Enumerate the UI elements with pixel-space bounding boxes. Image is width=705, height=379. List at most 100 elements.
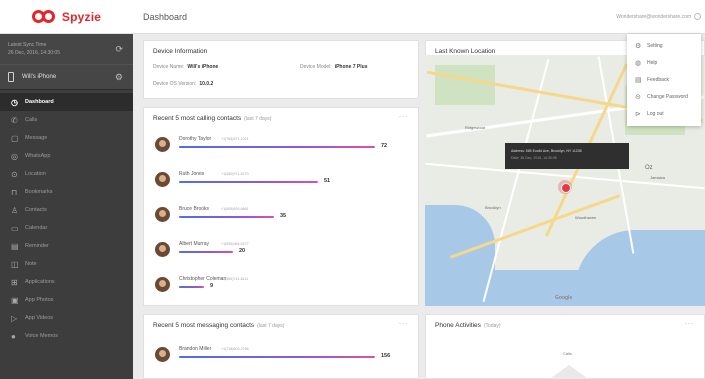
avatar: [155, 347, 170, 362]
apps-icon: ⊞: [11, 277, 18, 287]
videos-icon: ▷: [11, 313, 18, 323]
device-selector[interactable]: Will's iPhone ⚙: [0, 64, 133, 90]
calling-contacts-card: Recent 5 most calling contacts (last 7 da…: [143, 107, 419, 306]
device-info-title: Device Information: [153, 48, 208, 55]
sidebar-item-reminder[interactable]: ▤ Reminder: [0, 237, 133, 255]
activities-card-menu-icon[interactable]: ···: [685, 319, 695, 328]
messaging-title-text: Recent 5 most messaging contacts: [153, 322, 255, 329]
reminder-icon: ▤: [11, 241, 19, 251]
device-name-row: Device Name: Will's iPhone: [153, 64, 218, 70]
sync-time: 26 Dec, 2016, 14:30:05: [8, 50, 60, 56]
whatsapp-icon: ◎: [11, 151, 18, 161]
contact-phone: +1(765)971-1021: [221, 137, 249, 141]
sidebar-item-bookmarks[interactable]: ⊓ Bookmarks: [0, 183, 133, 201]
contact-count-bar: [179, 146, 375, 148]
location-icon: ⊙: [11, 169, 18, 179]
contact-phone: +1(505)693-6661: [221, 207, 249, 211]
sidebar-item-label: Reminder: [25, 243, 49, 249]
device-info-card: Device Information Device Name: Will's iP…: [143, 40, 419, 99]
contact-row[interactable]: Ruth Jones +1(480)971-5170 51: [155, 169, 395, 199]
map-label: Brooklyn: [485, 205, 501, 210]
device-settings-icon[interactable]: ⚙: [115, 72, 123, 83]
sidebar-item-voice-memos[interactable]: ● Voice Memos: [0, 327, 133, 345]
menu-item-feedback[interactable]: ▤ Feedback: [627, 71, 701, 88]
mic-icon: ●: [11, 331, 16, 341]
contact-count-bar: [179, 251, 233, 253]
menu-item-log-out[interactable]: ⊳ Log out: [627, 105, 701, 122]
device-model-label: Device Model:: [300, 64, 332, 70]
sidebar-nav: ◷ Dashboard ✆ Calls ▢ Message ◎ WhatsApp ⊙ Locati…: [0, 90, 133, 345]
contact-name: Christopher Coleman: [179, 276, 227, 282]
help-icon: ◍: [635, 59, 642, 67]
sidebar-item-label: Contacts: [25, 207, 47, 213]
contact-count: 72: [381, 143, 388, 149]
contact-name: Bruce Brooks: [179, 206, 210, 212]
sidebar-item-dashboard[interactable]: ◷ Dashboard: [0, 93, 133, 111]
sidebar-item-message[interactable]: ▢ Message: [0, 129, 133, 147]
avatar: [155, 207, 170, 222]
device-os-label: Device OS Version:: [153, 81, 197, 87]
contacts-icon: ♙: [11, 205, 19, 215]
map-label: Jamaica: [650, 175, 665, 180]
contact-phone: +1(555)964-0177: [221, 242, 249, 246]
messaging-contacts-card: Recent 5 most messaging contacts (last 7 …: [143, 314, 419, 379]
location-pin-icon[interactable]: [558, 180, 572, 194]
sidebar-item-app-videos[interactable]: ▷ App Videos: [0, 309, 133, 327]
calendar-icon: ▭: [11, 223, 19, 233]
activities-title-sub: (Today): [483, 323, 501, 329]
contact-count: 20: [239, 248, 246, 254]
contact-row[interactable]: Albert Murray +1(555)964-0177 20: [155, 239, 395, 269]
sidebar-item-app-photos[interactable]: ▣ App Photos: [0, 291, 133, 309]
contact-count-bar: [179, 286, 204, 288]
menu-item-help[interactable]: ◍ Help: [627, 54, 701, 71]
gear-icon: ⚙: [635, 42, 642, 50]
activities-radar-chart: [544, 365, 594, 379]
sidebar-item-label: Calendar: [25, 225, 48, 231]
menu-item-label: Change Password: [647, 93, 688, 100]
avatar: [155, 137, 170, 152]
sidebar-item-label: Bookmarks: [25, 189, 53, 195]
map-label: Oz: [645, 165, 653, 171]
sidebar-item-calendar[interactable]: ▭ Calendar: [0, 219, 133, 237]
messaging-card-menu-icon[interactable]: ···: [399, 319, 409, 328]
menu-item-label: Help: [647, 59, 658, 66]
calling-card-menu-icon[interactable]: ···: [399, 112, 409, 121]
sidebar-item-whatsapp[interactable]: ◎ WhatsApp: [0, 147, 133, 165]
user-email[interactable]: Wondershare@wondershare.com: [616, 14, 691, 20]
sidebar-item-label: Message: [25, 135, 48, 141]
menu-item-setting[interactable]: ⚙ Setting: [627, 37, 701, 54]
device-name: Will's iPhone: [22, 74, 57, 80]
google-attribution: Google: [555, 295, 573, 301]
user-avatar-icon[interactable]: [694, 13, 701, 20]
sidebar-item-contacts[interactable]: ♙ Contacts: [0, 201, 133, 219]
photos-icon: ▣: [11, 295, 19, 305]
device-name-label: Device Name:: [153, 64, 185, 70]
menu-item-label: Feedback: [647, 76, 669, 83]
device-os-value: 10.0.2: [199, 81, 214, 87]
contact-row[interactable]: Brandon Miller +1(718)603-2796 156: [155, 344, 395, 374]
contact-phone: +1(718)603-2796: [221, 347, 249, 351]
sidebar-item-location[interactable]: ⊙ Location: [0, 165, 133, 183]
sidebar-item-label: App Videos: [25, 315, 54, 321]
location-address: Address: 565 Euclid Ave, Brooklyn, NY 11…: [511, 149, 582, 153]
contact-row[interactable]: Dorothy Taylor +1(765)971-1021 72: [155, 134, 395, 164]
avatar: [155, 277, 170, 292]
contact-name: Dorothy Taylor: [179, 136, 212, 142]
map-label: Ridgewood: [465, 125, 486, 130]
contact-row[interactable]: Christopher Coleman +1(585)741-6111 9: [155, 274, 395, 304]
contact-count: 9: [210, 283, 214, 289]
menu-item-change-password[interactable]: ⊝ Change Password: [627, 88, 701, 105]
activities-title-text: Phone Activities: [435, 322, 481, 329]
logout-icon: ⊳: [635, 110, 641, 118]
brand[interactable]: Spyzie: [0, 0, 133, 34]
sidebar-item-calls[interactable]: ✆ Calls: [0, 111, 133, 129]
contact-count-bar: [179, 356, 375, 358]
feedback-icon: ▤: [635, 76, 642, 84]
sidebar-item-applications[interactable]: ⊞ Applications: [0, 273, 133, 291]
refresh-icon[interactable]: ⟳: [115, 44, 123, 55]
location-time: Date: 26 Dec, 2016, 14:30:05: [511, 156, 557, 160]
device-model-row: Device Model: iPhone 7 Plus: [300, 64, 367, 70]
calls-axis-label: Calls: [563, 351, 572, 356]
contact-row[interactable]: Bruce Brooks +1(505)693-6661 35: [155, 204, 395, 234]
sidebar-item-note[interactable]: ◫ Note: [0, 255, 133, 273]
